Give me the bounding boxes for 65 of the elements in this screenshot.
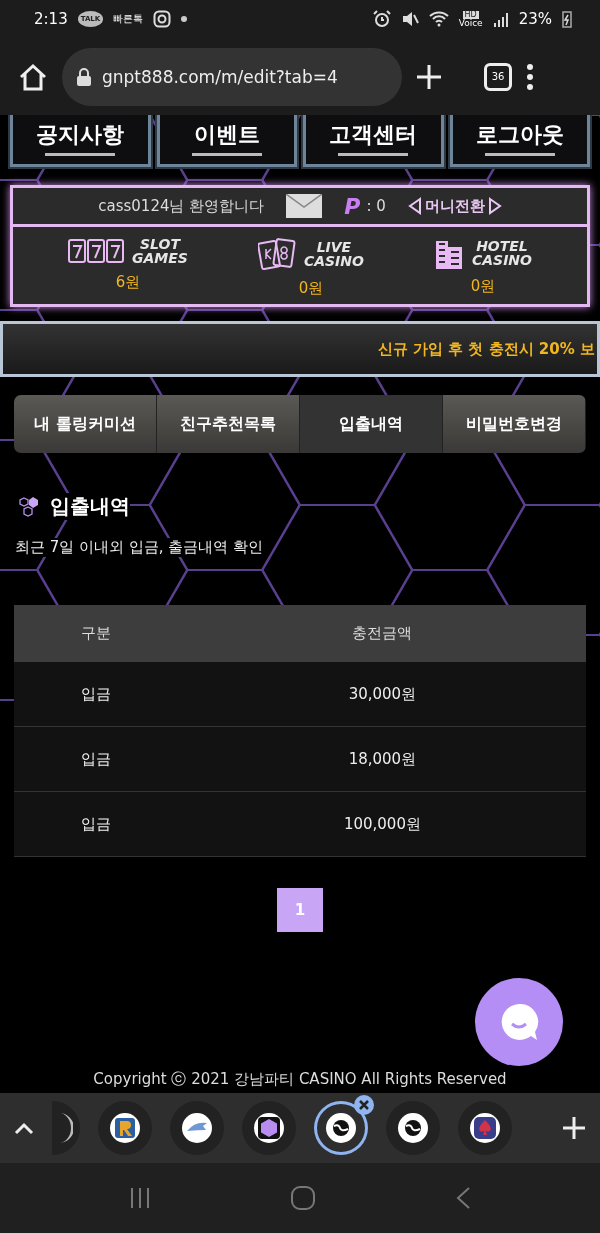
notice-text: 신규 가입 후 첫 충전시 20% 보	[377, 339, 595, 359]
lock-icon	[76, 66, 92, 87]
clock-time: 2:13	[34, 10, 68, 28]
menu-icon[interactable]	[526, 63, 534, 90]
column-header: 구분	[14, 605, 179, 662]
nav-button[interactable]: 이벤트	[156, 115, 297, 167]
tab[interactable]: 친구추천목록	[157, 395, 300, 453]
tab[interactable]: 내 롤링커미션	[14, 395, 157, 453]
voice-label: Voice	[458, 18, 483, 28]
signal-icon	[492, 11, 509, 27]
game-category-title[interactable]: LIVE CASINO	[303, 240, 364, 268]
browser-tab[interactable]	[314, 1101, 368, 1155]
camera-icon	[153, 10, 172, 28]
column-header: 충전금액	[178, 605, 586, 662]
home-button-icon[interactable]	[290, 1185, 316, 1211]
mute-icon	[400, 10, 419, 28]
balance-amount: 0원	[470, 277, 496, 296]
back-icon[interactable]	[454, 1186, 471, 1210]
battery-icon	[562, 10, 572, 28]
home-icon[interactable]	[18, 62, 48, 91]
wifi-icon	[428, 11, 449, 27]
table-cell: 입금	[14, 662, 179, 727]
copyright-text: Copyright ⓒ 2021 강남파티 CASINO All Rights Reserved	[92, 1070, 508, 1089]
spade-icon	[470, 1113, 500, 1143]
nav-button[interactable]: 고객센터	[303, 115, 444, 167]
browser-tab[interactable]	[52, 1101, 80, 1155]
battery-percent: 23%	[518, 10, 552, 28]
game-category-title[interactable]: SLOT GAMES	[132, 237, 188, 265]
new-tab-icon[interactable]	[416, 63, 442, 90]
hexagons-icon	[18, 495, 40, 518]
section-subtitle: 최근 7일 이내외 입금, 출금내역 확인	[15, 538, 264, 557]
add-tab-icon[interactable]	[562, 1116, 586, 1140]
points-value: : 0	[366, 197, 386, 215]
game-category-title[interactable]: HOTEL CASINO	[471, 239, 532, 267]
nav-button[interactable]: 공지사항	[10, 115, 151, 167]
address-bar[interactable]: gnpt888.com/m/edit?tab=4	[62, 47, 402, 106]
balance-amount: 6원	[115, 273, 141, 292]
points-label: P	[344, 193, 361, 219]
dot-icon	[181, 16, 188, 22]
nav-button[interactable]: 로그아웃	[449, 115, 590, 167]
money-convert-button[interactable]: 머니전환	[407, 196, 502, 216]
tab[interactable]: 입출내역	[300, 395, 443, 453]
balance-amount: 0원	[298, 279, 324, 298]
table-cell: 18,000원	[178, 726, 586, 792]
tab[interactable]: 비밀번호변경	[443, 395, 586, 453]
recent-apps-icon[interactable]	[129, 1186, 152, 1210]
tab-count-button[interactable]: 36	[484, 62, 512, 91]
table-cell: 30,000원	[178, 662, 586, 727]
app-notification-label: 빠른톡	[113, 14, 144, 24]
slot-reels-icon	[68, 238, 124, 264]
chat-bubble-icon	[499, 1002, 539, 1042]
caret-right-icon	[487, 197, 502, 215]
close-icon[interactable]	[354, 1095, 374, 1115]
playing-cards-icon	[257, 237, 296, 271]
welcome-text: cass0124님 환영합니다	[98, 196, 265, 216]
table-cell: 100,000원	[178, 791, 586, 857]
caret-left-icon	[407, 197, 422, 215]
table-cell: 입금	[14, 726, 179, 792]
table-cell: 입금	[14, 791, 179, 857]
caret-up-icon[interactable]	[14, 1121, 34, 1135]
section-title: 입출내역	[50, 493, 130, 520]
alarm-icon	[372, 10, 391, 28]
moon-icon	[59, 1113, 73, 1143]
envelope-icon[interactable]	[286, 194, 323, 218]
letter-r-icon	[110, 1113, 140, 1143]
